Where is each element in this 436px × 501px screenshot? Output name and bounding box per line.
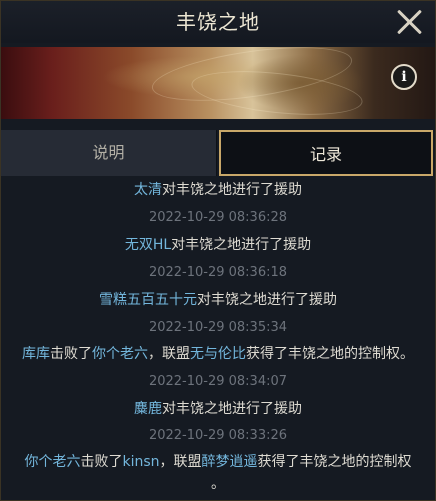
record-timestamp: 2022-10-29 08:36:18 [148, 265, 288, 280]
player-name[interactable]: 麋鹿 [134, 401, 162, 417]
record-text: 对丰饶之地进行了援助 [197, 292, 337, 308]
record-entry: 库库击败了你个老六，联盟无与伦比获得了丰饶之地的控制权。 [1, 343, 435, 363]
player-name[interactable]: 无双HL [125, 237, 171, 253]
record-list: 太清对丰饶之地进行了援助 2022-10-29 08:36:28 无双HL对丰饶… [1, 179, 435, 500]
alliance-name[interactable]: 无与伦比 [190, 346, 246, 362]
player-name[interactable]: 你个老六 [24, 454, 80, 470]
record-entry: 无双HL对丰饶之地进行了援助 [1, 234, 435, 254]
record-text: 对丰饶之地进行了援助 [162, 182, 302, 198]
record-entry: 太清对丰饶之地进行了援助 [1, 179, 435, 199]
record-timestamp: 2022-10-29 08:35:34 [148, 320, 288, 335]
record-text: 击败了 [50, 346, 92, 362]
player-name[interactable]: 太清 [134, 182, 162, 198]
title-bar: 丰饶之地 [1, 1, 435, 43]
record-text: 击败了 [80, 454, 123, 470]
tab-description[interactable]: 说明 [1, 130, 217, 176]
target-name[interactable]: 你个老六 [92, 346, 148, 362]
record-text: 对丰饶之地进行了援助 [162, 401, 302, 417]
record-timestamp: 2022-10-29 08:33:26 [148, 428, 288, 443]
target-name[interactable]: kinsn [122, 454, 159, 470]
record-text: ，联盟 [148, 346, 190, 362]
record-timestamp: 2022-10-29 08:36:28 [148, 210, 288, 225]
record-entry: 雪糕五百五十元对丰饶之地进行了援助 [1, 289, 435, 309]
player-name[interactable]: 库库 [22, 346, 50, 362]
tab-records[interactable]: 记录 [219, 130, 433, 176]
info-icon[interactable]: i [391, 64, 417, 90]
record-entry: 麋鹿对丰饶之地进行了援助 [1, 398, 435, 418]
record-entry-continued: 。 [211, 476, 225, 492]
stronghold-panel: 丰饶之地 i 说明 记录 太清对丰饶之地进行了援助 2022-10-29 08:… [0, 0, 436, 501]
record-text: 获得了丰饶之地的控制权 [257, 454, 412, 470]
close-icon[interactable] [395, 8, 423, 36]
record-text: 获得了丰饶之地的控制权。 [246, 346, 414, 362]
record-text: 对丰饶之地进行了援助 [171, 237, 312, 253]
banner-image [1, 47, 435, 119]
player-name[interactable]: 雪糕五百五十元 [99, 292, 197, 308]
panel-title: 丰饶之地 [176, 10, 260, 34]
record-text: ，联盟 [159, 454, 202, 470]
record-timestamp: 2022-10-29 08:34:07 [148, 374, 288, 389]
record-entry: 你个老六击败了kinsn，联盟醉梦逍遥获得了丰饶之地的控制权 [1, 451, 435, 471]
alliance-name[interactable]: 醉梦逍遥 [202, 454, 258, 470]
tab-bar: 说明 记录 [1, 130, 435, 178]
